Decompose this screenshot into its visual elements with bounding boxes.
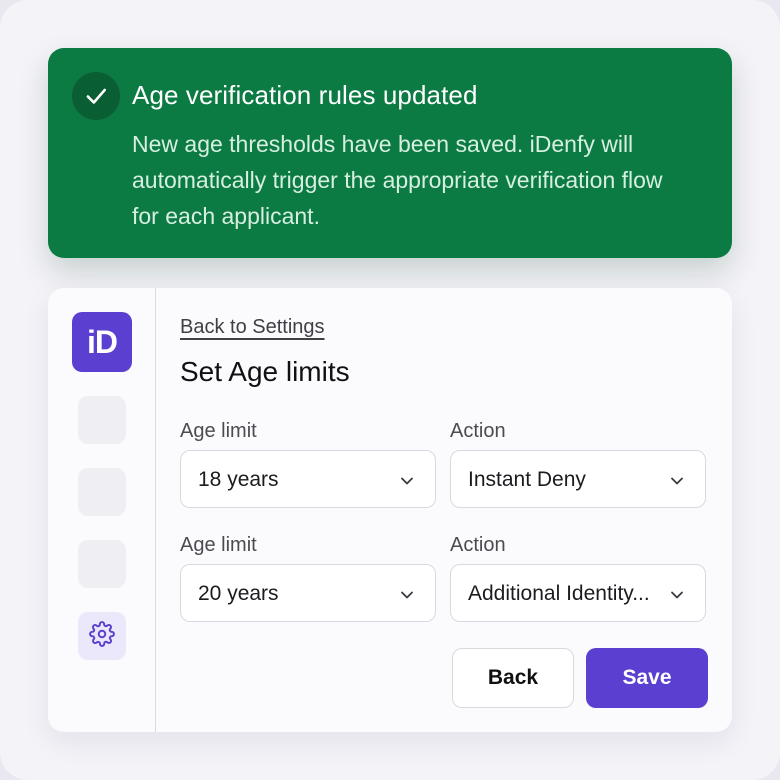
chevron-down-icon [401,591,413,599]
age-limit-value: 20 years [198,582,279,605]
chevron-down-icon [671,591,683,599]
check-icon [72,72,120,120]
action-value: Instant Deny [468,468,586,491]
chevron-down-icon [401,477,413,485]
sidebar-item-placeholder[interactable] [78,396,126,444]
action-select[interactable]: Additional Identity... [450,564,706,622]
app-frame: Age verification rules updated New age t… [0,0,780,780]
action-label: Action [450,534,506,556]
age-limits-card: iD Back to Settings Set Age limits Age l… [48,288,732,732]
back-button[interactable]: Back [452,648,574,708]
action-select[interactable]: Instant Deny [450,450,706,508]
idenfy-logo[interactable]: iD [72,312,132,372]
sidebar-item-placeholder[interactable] [78,540,126,588]
page-title: Set Age limits [180,356,350,387]
save-button[interactable]: Save [586,648,708,708]
age-limit-select[interactable]: 20 years [180,564,436,622]
success-toast: Age verification rules updated New age t… [48,48,732,258]
age-limit-select[interactable]: 18 years [180,450,436,508]
main-panel: Back to Settings Set Age limits Age limi… [180,288,710,732]
action-value: Additional Identity... [468,582,650,605]
sidebar-item-settings[interactable] [78,612,126,660]
back-to-settings-link[interactable]: Back to Settings [180,316,325,339]
chevron-down-icon [671,477,683,485]
sidebar-item-placeholder[interactable] [78,468,126,516]
gear-icon [89,620,115,652]
age-limit-label: Age limit [180,420,257,442]
action-label: Action [450,420,506,442]
toast-title: Age verification rules updated [132,80,478,110]
age-limit-label: Age limit [180,534,257,556]
age-limit-value: 18 years [198,468,279,491]
sidebar: iD [48,288,156,732]
toast-message: New age thresholds have been saved. iDen… [132,131,663,229]
